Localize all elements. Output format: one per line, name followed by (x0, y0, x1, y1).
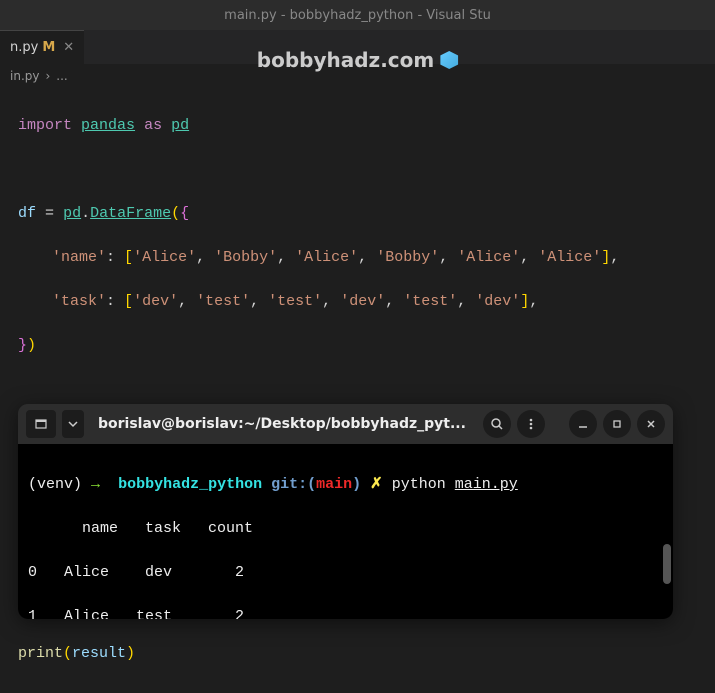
terminal-window: borislav@borislav:~/Desktop/bobbyhadz_py… (18, 404, 673, 619)
tab-filename: n.py (10, 40, 38, 55)
close-button[interactable] (637, 410, 665, 438)
terminal-dropdown-button[interactable] (62, 410, 84, 438)
code-line: df = pd.DataFrame({ (18, 203, 697, 225)
breadcrumb-more: ... (56, 69, 67, 83)
tab-modified-badge: M (42, 40, 55, 55)
scrollbar[interactable] (663, 544, 671, 584)
title-bar: main.py - bobbyhadz_python - Visual Stu (0, 0, 715, 30)
terminal-body[interactable]: (venv) → bobbyhadz_python git:(main) ✗ p… (18, 444, 673, 619)
code-line: 'name': ['Alice', 'Bobby', 'Alice', 'Bob… (18, 247, 697, 269)
cube-icon (440, 51, 458, 69)
code-line: print(result) (18, 643, 697, 665)
watermark: bobbyhadz.com (257, 48, 458, 72)
chevron-right-icon: › (45, 69, 50, 83)
menu-icon[interactable] (517, 410, 545, 438)
code-line: }) (18, 335, 697, 357)
terminal-header: borislav@borislav:~/Desktop/bobbyhadz_py… (18, 404, 673, 444)
close-icon[interactable]: ✕ (63, 40, 74, 55)
window-title: main.py - bobbyhadz_python - Visual Stu (224, 8, 491, 23)
terminal-title: borislav@borislav:~/Desktop/bobbyhadz_py… (90, 416, 477, 432)
search-icon[interactable] (483, 410, 511, 438)
maximize-button[interactable] (603, 410, 631, 438)
terminal-line: 0 Alice dev 2 (28, 562, 663, 584)
code-line (18, 379, 697, 401)
terminal-line: 1 Alice test 2 (28, 606, 663, 619)
tab-main-py[interactable]: n.py M ✕ (0, 30, 84, 65)
watermark-text: bobbyhadz.com (257, 48, 434, 72)
code-line: 'task': ['dev', 'test', 'test', 'dev', '… (18, 291, 697, 313)
terminal-new-tab-button[interactable] (26, 410, 56, 438)
code-line: import pandas as pd (18, 115, 697, 137)
terminal-line: name task count (28, 518, 663, 540)
minimize-button[interactable] (569, 410, 597, 438)
code-line (18, 159, 697, 181)
breadcrumb-file: in.py (10, 69, 39, 83)
terminal-line: (venv) → bobbyhadz_python git:(main) ✗ p… (28, 474, 663, 496)
